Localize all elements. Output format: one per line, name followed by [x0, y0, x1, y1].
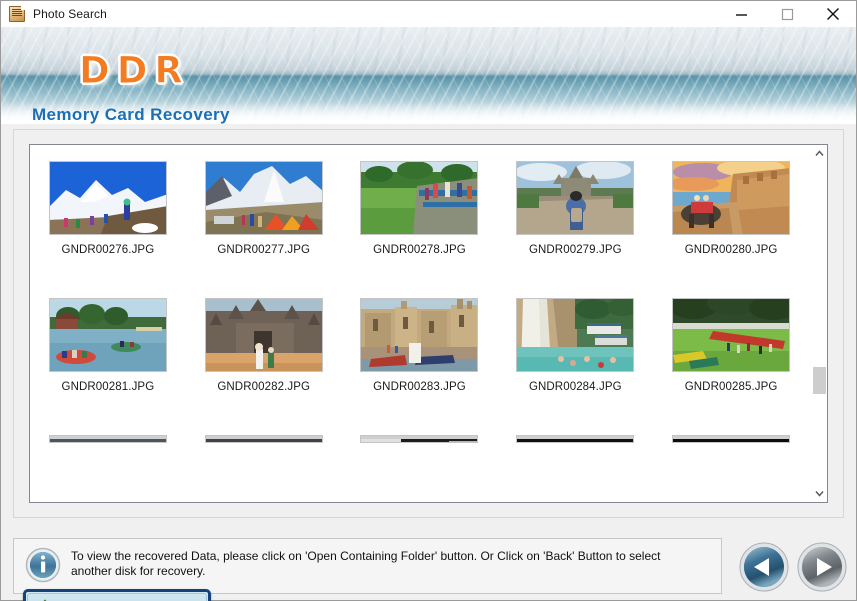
title-bar: Photo Search [1, 1, 856, 27]
banner-subtitle: Memory Card Recovery [32, 105, 230, 124]
main-content: GNDR00276.JPG GNDR00277.JPG GNDR00278.JP… [1, 124, 856, 601]
memory-card-icon [9, 6, 25, 22]
app-banner: DDR Memory Card Recovery [1, 27, 856, 124]
scrollbar-track[interactable] [811, 162, 827, 485]
thumbnail-row [30, 429, 809, 443]
thumbnail-item[interactable] [186, 429, 342, 443]
thumbnail-item[interactable]: GNDR00279.JPG [497, 155, 653, 256]
thumbnail-caption: GNDR00285.JPG [684, 381, 778, 393]
thumbnail-image[interactable] [516, 161, 635, 235]
thumbnail-item[interactable]: GNDR00278.JPG [342, 155, 498, 256]
thumbnail-image[interactable] [516, 435, 635, 443]
thumbnail-item[interactable]: GNDR00281.JPG [30, 292, 186, 393]
thumbnail-image[interactable] [48, 161, 167, 235]
thumbnail-row: GNDR00281.JPG GNDR00282.JPG GNDR00283.JP… [30, 292, 809, 393]
thumbnail-image[interactable] [672, 435, 791, 443]
thumbnail-item[interactable]: GNDR00283.JPG [342, 292, 498, 393]
thumbnail-item[interactable]: GNDR00280.JPG [653, 155, 809, 256]
thumbnail-image[interactable] [48, 298, 167, 372]
thumbnail-item[interactable]: GNDR00277.JPG [186, 155, 342, 256]
thumbnail-caption: GNDR00280.JPG [684, 244, 778, 256]
minimize-icon[interactable] [718, 1, 764, 27]
thumbnail-image[interactable] [360, 298, 479, 372]
ddr-logo: DDR [79, 49, 190, 93]
thumbnail-caption: GNDR00279.JPG [528, 244, 622, 256]
photo-search-window: Photo Search DDR Memory Card Recovery GN… [0, 0, 857, 601]
thumbnail-item[interactable] [497, 429, 653, 443]
thumbnail-item[interactable]: GNDR00284.JPG [497, 292, 653, 393]
thumbnail-caption: GNDR00283.JPG [373, 381, 466, 393]
thumbnail-item[interactable]: GNDR00285.JPG [653, 292, 809, 393]
close-icon[interactable] [810, 1, 856, 27]
thumbnail-caption: GNDR00282.JPG [217, 381, 311, 393]
thumbnail-image[interactable] [204, 161, 323, 235]
maximize-icon[interactable] [764, 1, 810, 27]
thumbnail-image[interactable] [204, 435, 323, 443]
thumbnail-caption: GNDR00276.JPG [61, 244, 155, 256]
window-controls [718, 1, 856, 27]
open-containing-folder-button[interactable]: Open Containing Folder [23, 589, 211, 601]
results-panel: GNDR00276.JPG GNDR00277.JPG GNDR00278.JP… [13, 129, 844, 518]
status-message-panel: To view the recovered Data, please click… [13, 538, 722, 594]
thumbnail-item[interactable] [30, 429, 186, 443]
back-button[interactable] [739, 542, 789, 592]
thumbnail-caption: GNDR00278.JPG [373, 244, 466, 256]
thumbnail-image[interactable] [360, 161, 479, 235]
thumbnail-item[interactable] [342, 429, 498, 443]
thumbnail-caption: GNDR00284.JPG [528, 381, 622, 393]
thumbnail-item[interactable] [653, 429, 809, 443]
chevron-down-icon[interactable] [811, 485, 827, 502]
info-icon [25, 547, 61, 583]
thumbnail-image[interactable] [48, 435, 167, 443]
thumbnail-image[interactable] [204, 298, 323, 372]
status-message: To view the recovered Data, please click… [71, 549, 661, 578]
thumbnail-caption: GNDR00277.JPG [217, 244, 311, 256]
thumbnail-caption: GNDR00281.JPG [61, 381, 155, 393]
thumbnail-item[interactable]: GNDR00276.JPG [30, 155, 186, 256]
chevron-up-icon[interactable] [811, 145, 827, 162]
vertical-scrollbar[interactable] [810, 145, 827, 502]
thumbnail-item[interactable]: GNDR00282.JPG [186, 292, 342, 393]
window-title: Photo Search [33, 7, 107, 21]
thumbnail-image[interactable] [672, 161, 791, 235]
thumbnail-row: GNDR00276.JPG GNDR00277.JPG GNDR00278.JP… [30, 155, 809, 256]
thumbnail-listbox[interactable]: GNDR00276.JPG GNDR00277.JPG GNDR00278.JP… [29, 144, 828, 503]
thumbnail-grid: GNDR00276.JPG GNDR00277.JPG GNDR00278.JP… [30, 145, 809, 502]
thumbnail-image[interactable] [360, 435, 479, 443]
thumbnail-image[interactable] [516, 298, 635, 372]
scrollbar-thumb[interactable] [813, 367, 826, 394]
next-button[interactable] [797, 542, 847, 592]
navigation-buttons [739, 542, 847, 592]
thumbnail-image[interactable] [672, 298, 791, 372]
